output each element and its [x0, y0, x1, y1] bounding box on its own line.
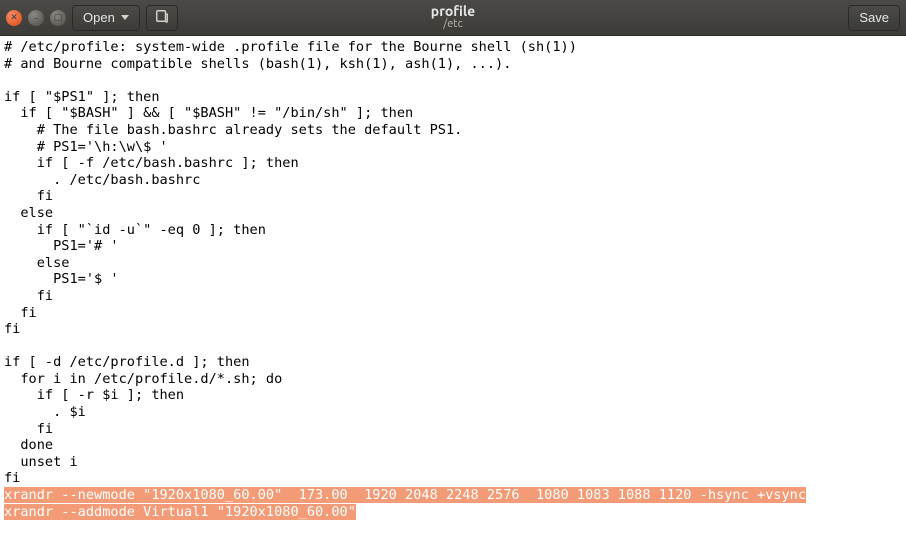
code-line: PS1='$ ' [4, 271, 902, 288]
code-line: else [4, 205, 902, 222]
window-controls: ✕ − ▢ [6, 10, 66, 26]
code-line: for i in /etc/profile.d/*.sh; do [4, 371, 902, 388]
code-line: fi [4, 321, 902, 338]
code-line: fi [4, 288, 902, 305]
code-line: fi [4, 188, 902, 205]
code-line: if [ "$BASH" ] && [ "$BASH" != "/bin/sh"… [4, 105, 902, 122]
code-line: unset i [4, 454, 902, 471]
save-button-label: Save [859, 10, 889, 25]
code-line-highlighted: xrandr --newmode "1920x1080_60.00" 173.0… [4, 487, 902, 504]
window-close-button[interactable]: ✕ [6, 10, 22, 26]
code-line: # The file bash.bashrc already sets the … [4, 122, 902, 139]
code-line: if [ -r $i ]; then [4, 387, 902, 404]
code-line-highlighted: xrandr --addmode Virtual1 "1920x1080_60.… [4, 504, 902, 521]
code-line: fi [4, 421, 902, 438]
open-button-label: Open [83, 10, 115, 25]
text-editor[interactable]: # /etc/profile: system-wide .profile fil… [0, 36, 906, 539]
code-line: done [4, 437, 902, 454]
titlebar: ✕ − ▢ Open profile /etc Save [0, 0, 906, 36]
code-line: fi [4, 305, 902, 322]
window-minimize-button[interactable]: − [28, 10, 44, 26]
code-line: if [ -d /etc/profile.d ]; then [4, 354, 902, 371]
code-line: # /etc/profile: system-wide .profile fil… [4, 39, 902, 56]
code-line [4, 72, 902, 89]
new-tab-button[interactable] [146, 5, 178, 31]
code-line: # and Bourne compatible shells (bash(1),… [4, 56, 902, 73]
open-button[interactable]: Open [72, 5, 140, 31]
code-line: if [ -f /etc/bash.bashrc ]; then [4, 155, 902, 172]
window-maximize-button[interactable]: ▢ [50, 10, 66, 26]
save-button[interactable]: Save [848, 5, 900, 31]
code-line: . $i [4, 404, 902, 421]
code-line: if [ "`id -u`" -eq 0 ]; then [4, 222, 902, 239]
document-title: profile [431, 4, 475, 19]
code-line: . /etc/bash.bashrc [4, 172, 902, 189]
code-line: fi [4, 470, 902, 487]
code-line: else [4, 255, 902, 272]
code-line: # PS1='\h:\w\$ ' [4, 139, 902, 156]
code-line: PS1='# ' [4, 238, 902, 255]
title-area: profile /etc [431, 4, 475, 30]
document-subtitle: /etc [431, 19, 475, 31]
code-line [4, 338, 902, 355]
chevron-down-icon [121, 15, 129, 20]
code-line: if [ "$PS1" ]; then [4, 89, 902, 106]
new-tab-icon [155, 9, 169, 26]
